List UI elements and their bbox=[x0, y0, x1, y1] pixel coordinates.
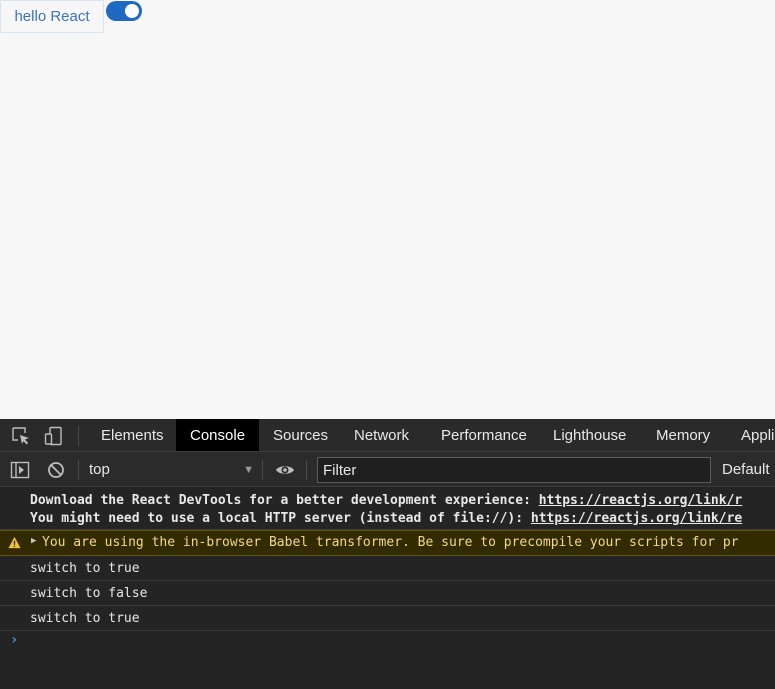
warning-text: You are using the in-browser Babel trans… bbox=[42, 535, 739, 550]
clear-console-icon[interactable] bbox=[46, 460, 66, 480]
filter-input[interactable] bbox=[317, 457, 711, 483]
toolbar-divider bbox=[306, 460, 307, 480]
context-label: top bbox=[89, 461, 110, 478]
tab-elements[interactable]: Elements bbox=[87, 419, 178, 451]
react-devtools-link[interactable]: https://reactjs.org/link/r bbox=[539, 493, 743, 508]
toolbar-divider bbox=[78, 460, 79, 480]
info-text: Download the React DevTools for a better… bbox=[30, 493, 539, 508]
console-log-row: switch to true bbox=[0, 606, 775, 631]
console-info-line: Download the React DevTools for a better… bbox=[30, 493, 742, 508]
info-text: You might need to use a local HTTP serve… bbox=[30, 511, 531, 526]
log-text: switch to false bbox=[30, 586, 148, 601]
toolbar-divider bbox=[262, 460, 263, 480]
warning-icon bbox=[8, 536, 21, 549]
toolbar-divider bbox=[78, 426, 79, 446]
console-info-message: Download the React DevTools for a better… bbox=[0, 487, 775, 530]
log-text: switch to true bbox=[30, 561, 140, 576]
console-log-row: switch to false bbox=[0, 581, 775, 606]
tab-network[interactable]: Network bbox=[340, 419, 423, 451]
log-text: switch to true bbox=[30, 611, 140, 626]
device-toolbar-icon[interactable] bbox=[44, 426, 64, 446]
inspect-element-icon[interactable] bbox=[11, 426, 31, 446]
devtools-panel: Elements Console Sources Network Perform… bbox=[0, 419, 775, 689]
switch-knob bbox=[125, 4, 139, 18]
devtools-tab-bar: Elements Console Sources Network Perform… bbox=[0, 419, 775, 452]
tab-performance[interactable]: Performance bbox=[427, 419, 541, 451]
console-log-row: switch to true bbox=[0, 556, 775, 581]
expand-arrow-icon[interactable]: ▶ bbox=[31, 536, 36, 546]
console-warning-message[interactable]: ▶ You are using the in-browser Babel tra… bbox=[0, 530, 775, 556]
log-levels-dropdown[interactable]: Default bbox=[722, 458, 770, 482]
tab-lighthouse[interactable]: Lighthouse bbox=[539, 419, 640, 451]
console-output: Download the React DevTools for a better… bbox=[0, 487, 775, 689]
sidebar-toggle-icon[interactable] bbox=[10, 460, 30, 480]
page-viewport: hello React bbox=[0, 0, 775, 419]
context-selector[interactable]: top ▼ bbox=[82, 458, 256, 482]
tab-application[interactable]: Appli bbox=[727, 419, 774, 451]
console-info-line: You might need to use a local HTTP serve… bbox=[30, 511, 742, 526]
tab-console[interactable]: Console bbox=[176, 419, 260, 451]
console-prompt[interactable]: › bbox=[10, 632, 18, 648]
live-expression-eye-icon[interactable] bbox=[275, 460, 295, 480]
toggle-switch[interactable] bbox=[106, 1, 142, 21]
tab-sources[interactable]: Sources bbox=[259, 419, 342, 451]
local-server-link[interactable]: https://reactjs.org/link/re bbox=[531, 511, 742, 526]
tab-memory[interactable]: Memory bbox=[642, 419, 724, 451]
caret-down-icon: ▼ bbox=[243, 464, 254, 476]
hello-react-button[interactable]: hello React bbox=[0, 0, 104, 33]
console-toolbar: top ▼ Default bbox=[0, 452, 775, 487]
